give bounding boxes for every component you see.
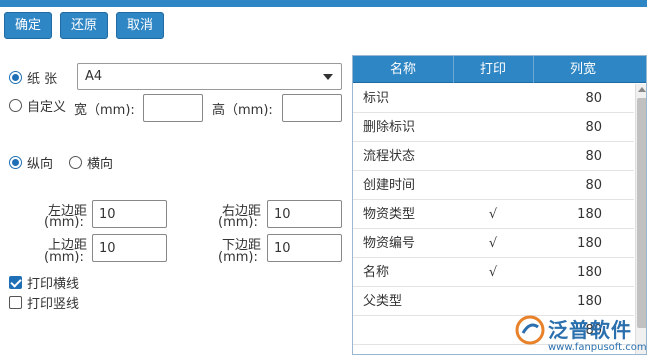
- column-settings-grid: 名称 打印 列宽 标识 80 删除标识 80 流程状态 80 创建时间 80 物资类型 √ 180 物…: [352, 55, 647, 355]
- left-margin-input[interactable]: [92, 200, 167, 228]
- width-input[interactable]: [143, 94, 203, 122]
- table-row[interactable]: 名称 √ 180: [353, 258, 634, 287]
- cell-print[interactable]: [453, 171, 533, 200]
- cell-name: 物资编号: [363, 236, 416, 251]
- header-name[interactable]: 名称: [353, 56, 453, 83]
- cell-print[interactable]: [453, 113, 533, 142]
- right-margin-input[interactable]: [267, 200, 342, 228]
- cell-width[interactable]: 180: [577, 287, 602, 316]
- width-label: 宽（mm):: [74, 103, 135, 118]
- custom-label: 自定义: [27, 100, 67, 115]
- cell-width[interactable]: 80: [585, 113, 602, 142]
- cell-name: 名称: [363, 265, 390, 280]
- print-vlines-label: 打印竖线: [27, 297, 80, 312]
- cell-name: 创建时间: [363, 178, 416, 193]
- right-margin-unit: (mm):: [218, 215, 258, 230]
- cell-width[interactable]: 180: [577, 229, 602, 258]
- scroll-up-icon[interactable]: [638, 87, 646, 92]
- bottom-margin-input[interactable]: [267, 234, 342, 262]
- table-row[interactable]: 删除标识 80: [353, 113, 634, 142]
- cell-name: 父类型: [363, 294, 403, 309]
- cell-name: 删除标识: [363, 120, 416, 135]
- cell-width[interactable]: 80: [585, 171, 602, 200]
- portrait-radio[interactable]: [9, 156, 22, 169]
- table-row[interactable]: 创建时间 80: [353, 171, 634, 200]
- paper-size-value: A4: [85, 69, 103, 84]
- print-hlines-checkbox[interactable]: [9, 276, 22, 289]
- cell-name: 物资类型: [363, 207, 416, 222]
- grid-header: 名称 打印 列宽: [353, 56, 646, 83]
- chevron-down-icon: [323, 74, 333, 80]
- cell-print[interactable]: √: [453, 200, 533, 229]
- table-row[interactable]: 流程状态 80: [353, 142, 634, 171]
- custom-radio[interactable]: [9, 99, 22, 112]
- height-input[interactable]: [282, 94, 342, 122]
- print-hlines-label: 打印横线: [27, 277, 80, 292]
- restore-button[interactable]: 还原: [60, 12, 108, 39]
- cell-name: 流程状态: [363, 149, 416, 164]
- paper-radio[interactable]: [9, 71, 22, 84]
- cell-print[interactable]: √: [453, 229, 533, 258]
- table-row[interactable]: 标识 80: [353, 84, 634, 113]
- landscape-radio[interactable]: [69, 156, 82, 169]
- cell-width[interactable]: 80: [585, 84, 602, 113]
- cell-print[interactable]: [453, 142, 533, 171]
- landscape-label: 横向: [87, 157, 114, 172]
- cell-width[interactable]: 180: [577, 258, 602, 287]
- header-print[interactable]: 打印: [453, 56, 533, 83]
- portrait-label: 纵向: [27, 157, 54, 172]
- height-label: 高（mm):: [212, 103, 273, 118]
- top-margin-input[interactable]: [92, 234, 167, 262]
- header-width[interactable]: 列宽: [533, 56, 633, 83]
- table-row[interactable]: 物资编号 √ 180: [353, 229, 634, 258]
- cell-print[interactable]: √: [453, 258, 533, 287]
- cell-width[interactable]: 80: [585, 316, 602, 345]
- table-row[interactable]: 物资类型 √ 180: [353, 200, 634, 229]
- cancel-button[interactable]: 取消: [116, 12, 164, 39]
- left-margin-unit: (mm):: [44, 215, 84, 230]
- top-strip: [0, 0, 647, 7]
- top-margin-unit: (mm):: [44, 250, 84, 265]
- scroll-thumb[interactable]: [637, 98, 646, 328]
- vertical-scrollbar[interactable]: [635, 84, 646, 354]
- grid-body: 标识 80 删除标识 80 流程状态 80 创建时间 80 物资类型 √ 180 物资编号 √ 180 名称…: [353, 84, 634, 345]
- cell-print[interactable]: [453, 316, 533, 345]
- print-vlines-checkbox[interactable]: [9, 296, 22, 309]
- cell-width[interactable]: 80: [585, 142, 602, 171]
- bottom-margin-unit: (mm):: [218, 250, 258, 265]
- table-row[interactable]: 父类型 180: [353, 287, 634, 316]
- paper-label: 纸 张: [27, 72, 58, 87]
- cell-print[interactable]: [453, 84, 533, 113]
- paper-size-select[interactable]: A4: [77, 63, 342, 90]
- cell-print[interactable]: [453, 287, 533, 316]
- cell-width[interactable]: 180: [577, 200, 602, 229]
- cell-name: 标识: [363, 91, 390, 106]
- confirm-button[interactable]: 确定: [4, 12, 52, 39]
- table-row[interactable]: 80: [353, 316, 634, 345]
